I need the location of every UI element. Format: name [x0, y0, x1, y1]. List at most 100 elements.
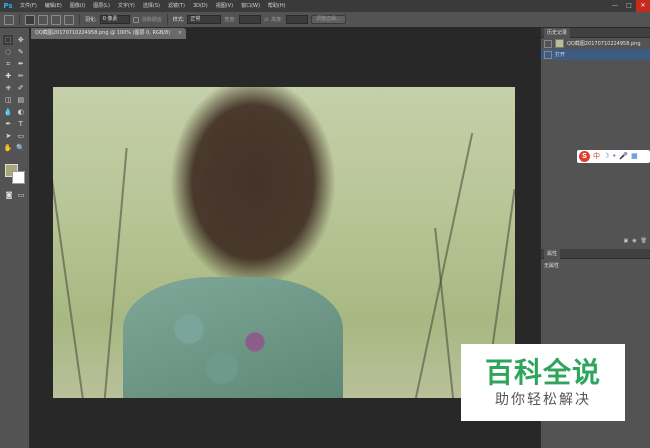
height-label: 高度:: [271, 17, 283, 23]
move-icon[interactable]: ✥: [16, 35, 26, 45]
zoom-icon[interactable]: 🔍: [16, 143, 26, 153]
feather-label: 羽化:: [85, 17, 97, 23]
tool-row: ⌗ ✒: [0, 58, 29, 70]
close-document-icon[interactable]: ×: [178, 28, 182, 39]
background-color-swatch[interactable]: [12, 171, 25, 184]
menu-edit[interactable]: 编辑(E): [41, 0, 66, 12]
document-tab[interactable]: QQ截图20170710224958.png @ 100% (图层 0, RGB…: [31, 28, 186, 39]
quick-mask-icon[interactable]: ◙: [4, 190, 14, 200]
microphone-icon[interactable]: 🎤: [619, 151, 628, 162]
hand-icon[interactable]: ✋: [3, 143, 13, 153]
tool-row: ✚ ✏: [0, 70, 29, 82]
ime-toolbar: S 中 ☽ • 🎤 ▦: [577, 150, 650, 163]
eyedropper-icon[interactable]: ✒: [16, 59, 26, 69]
width-input[interactable]: [239, 15, 262, 24]
keyboard-icon[interactable]: ▦: [631, 151, 638, 162]
crop-icon[interactable]: ⌗: [3, 59, 13, 69]
menu-image[interactable]: 图像(I): [66, 0, 89, 12]
floral-dress: [123, 277, 343, 398]
quick-select-icon[interactable]: ✎: [16, 47, 26, 57]
tool-row: ✒ T: [0, 118, 29, 130]
document-tab-title: QQ截图20170710224958.png @ 100% (图层 0, RGB…: [35, 30, 171, 36]
gradient-icon[interactable]: ▤: [16, 95, 26, 105]
history-state-icon: [544, 50, 552, 59]
feather-input[interactable]: 0 像素: [99, 15, 130, 24]
menu-3d[interactable]: 3D(D): [189, 0, 212, 12]
history-state[interactable]: 打开: [541, 49, 650, 60]
menu-type[interactable]: 文字(Y): [114, 0, 139, 12]
tool-rows: ⬚ ✥ ◌ ✎ ⌗ ✒ ✚ ✏ ⎈ ✐ ◫ ▤ 💧 ◐ ✒ T ➤ ▭ ✋ 🔍: [0, 34, 29, 154]
divider: [79, 14, 80, 25]
canvas-image[interactable]: [53, 87, 515, 398]
menu-window[interactable]: 窗口(W): [237, 0, 264, 12]
add-selection-icon[interactable]: [38, 14, 48, 25]
punctuation-icon[interactable]: •: [612, 151, 616, 162]
dodge-icon[interactable]: ◐: [16, 107, 26, 117]
photoshop-logo: Ps: [3, 2, 13, 10]
antialias-checkbox[interactable]: [132, 16, 139, 23]
menu-select[interactable]: 选择(S): [139, 0, 164, 12]
brush-icon[interactable]: ✏: [16, 71, 26, 81]
watermark-subtitle: 助你轻松解决: [495, 391, 591, 408]
properties-body: 无属性: [544, 263, 560, 269]
moon-icon[interactable]: ☽: [603, 151, 609, 162]
new-selection-icon[interactable]: [25, 14, 35, 25]
tool-row: ✋ 🔍: [0, 142, 29, 154]
menu-filter[interactable]: 滤镜(T): [164, 0, 189, 12]
type-icon[interactable]: T: [16, 119, 26, 129]
divider: [166, 14, 168, 25]
lasso-icon[interactable]: ◌: [3, 47, 13, 57]
tool-row: ⬚ ✥: [0, 34, 29, 46]
menu-bar: Ps 文件(F) 编辑(E) 图像(I) 图层(L) 文字(Y) 选择(S) 滤…: [0, 0, 650, 12]
menu-layer[interactable]: 图层(L): [89, 0, 114, 12]
tab-properties[interactable]: 属性: [544, 248, 561, 259]
minimize-button[interactable]: —: [608, 0, 622, 12]
width-label: 宽度:: [224, 17, 237, 23]
tab-history[interactable]: 历史记录: [544, 27, 571, 38]
history-footer: ▣ ◉ 🗑: [541, 238, 650, 246]
menu-view[interactable]: 视图(V): [212, 0, 237, 12]
tool-row: 💧 ◐: [0, 106, 29, 118]
sogou-logo-icon[interactable]: S: [579, 151, 590, 162]
snapshot-name: QQ截图20170710224958.png: [567, 41, 641, 47]
refine-edge-button[interactable]: 调整边缘...: [310, 15, 346, 24]
rectangle-icon[interactable]: ▭: [16, 131, 26, 141]
camera-icon[interactable]: ◉: [632, 238, 636, 246]
properties-panel-header: 属性: [541, 248, 650, 259]
swap-icon[interactable]: ⇄: [264, 17, 268, 23]
healing-icon[interactable]: ✚: [3, 71, 13, 81]
properties-panel: 属性 无属性: [541, 248, 650, 272]
menu-help[interactable]: 帮助(H): [264, 0, 290, 12]
color-swatches: [5, 164, 27, 186]
snapshot-thumbnail: [555, 39, 564, 48]
height-input[interactable]: [285, 15, 308, 24]
marquee-preset-icon[interactable]: [4, 14, 14, 25]
eraser-icon[interactable]: ◫: [3, 95, 13, 105]
new-document-icon[interactable]: ▣: [624, 238, 629, 246]
blur-icon[interactable]: 💧: [3, 107, 13, 117]
options-bar: 羽化: 0 像素 消除锯齿 样式: 正常 宽度: ⇄ 高度: 调整边缘...: [0, 12, 650, 28]
ime-chinese-mode[interactable]: 中: [593, 151, 600, 162]
history-state-label: 打开: [555, 52, 566, 58]
history-brush-icon[interactable]: ✐: [16, 83, 26, 93]
screen-mode-icon[interactable]: ▭: [16, 190, 26, 200]
history-brush-source-icon[interactable]: [544, 39, 552, 48]
marquee-icon[interactable]: ⬚: [3, 35, 14, 45]
antialias-label: 消除锯齿: [141, 17, 162, 23]
stamp-icon[interactable]: ⎈: [3, 83, 13, 93]
watermark-title: 百科全说: [484, 355, 601, 389]
tools-panel: ⬚ ✥ ◌ ✎ ⌗ ✒ ✚ ✏ ⎈ ✐ ◫ ▤ 💧 ◐ ✒ T ➤ ▭ ✋ 🔍 ◙ ▭: [0, 28, 30, 448]
tool-row: ➤ ▭: [0, 130, 29, 142]
maximize-button[interactable]: □: [622, 0, 636, 12]
path-select-icon[interactable]: ➤: [3, 131, 13, 141]
style-label: 样式:: [172, 17, 185, 23]
pen-icon[interactable]: ✒: [3, 119, 13, 129]
menu-file[interactable]: 文件(F): [16, 0, 41, 12]
history-snapshot[interactable]: QQ截图20170710224958.png: [541, 38, 650, 49]
intersect-selection-icon[interactable]: [64, 14, 74, 25]
trash-icon[interactable]: 🗑: [641, 238, 647, 246]
subtract-selection-icon[interactable]: [51, 14, 61, 25]
close-button[interactable]: ✕: [636, 0, 650, 12]
style-select[interactable]: 正常: [187, 15, 222, 24]
window-controls: — □ ✕: [608, 0, 650, 12]
